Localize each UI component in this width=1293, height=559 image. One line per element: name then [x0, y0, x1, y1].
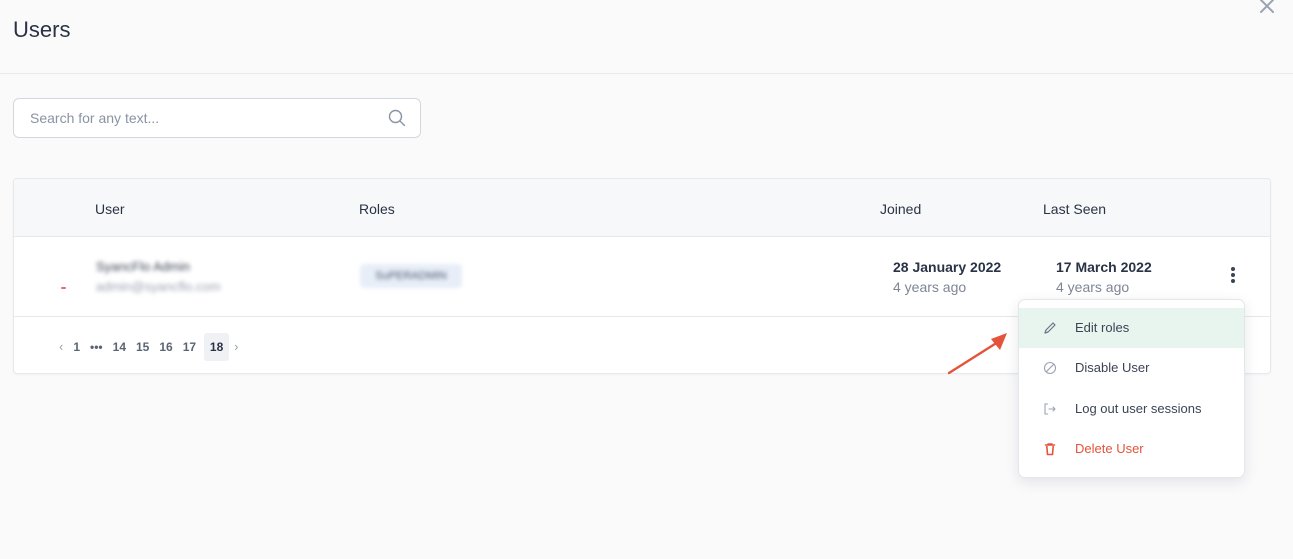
menu-item-logout-sessions[interactable]: Log out user sessions	[1019, 389, 1244, 429]
menu-item-disable-user[interactable]: Disable User	[1019, 348, 1244, 388]
pagination-current-page[interactable]: 18	[204, 333, 230, 361]
row-actions-menu: Edit roles Disable User Log out user ses…	[1018, 299, 1245, 478]
column-header-roles[interactable]: Roles	[359, 201, 395, 217]
menu-item-edit-roles[interactable]: Edit roles	[1019, 308, 1244, 348]
role-badge: SuPERADMIN	[360, 264, 462, 288]
close-icon	[1260, 0, 1274, 13]
menu-item-label: Edit roles	[1075, 320, 1130, 335]
pagination-page[interactable]: 15	[131, 333, 154, 361]
avatar	[61, 287, 66, 289]
pagination-next[interactable]: ›	[229, 333, 243, 361]
pagination-page[interactable]: 1	[68, 333, 85, 361]
trash-icon	[1044, 443, 1056, 456]
pagination-ellipsis[interactable]: •••	[85, 333, 108, 361]
column-header-joined[interactable]: Joined	[880, 201, 921, 217]
ban-icon	[1043, 361, 1057, 375]
user-email: admin@syancflo.com	[96, 279, 221, 294]
column-header-user[interactable]: User	[95, 201, 125, 217]
header-divider	[0, 73, 1293, 74]
user-name: SyancFlo Admin	[96, 259, 190, 274]
page-title: Users	[13, 17, 71, 42]
search-icon[interactable]	[388, 109, 406, 127]
last-seen-date: 17 March 2022	[1056, 259, 1152, 275]
joined-date: 28 January 2022	[893, 259, 1002, 275]
last-seen-relative: 4 years ago	[1056, 279, 1130, 295]
menu-item-label: Disable User	[1075, 360, 1150, 375]
kebab-dot	[1231, 273, 1235, 277]
menu-item-label: Delete User	[1075, 441, 1144, 456]
close-button[interactable]	[1256, 0, 1278, 19]
menu-item-label: Log out user sessions	[1075, 401, 1202, 416]
row-actions-button[interactable]	[1226, 265, 1240, 289]
search-input[interactable]	[14, 99, 374, 137]
column-header-last-seen[interactable]: Last Seen	[1043, 201, 1106, 217]
joined-relative: 4 years ago	[893, 279, 967, 295]
annotation-arrow	[947, 333, 1007, 375]
pagination-page[interactable]: 14	[108, 333, 131, 361]
pagination-prev[interactable]: ‹	[54, 333, 68, 361]
table-header: User Roles Joined Last Seen	[14, 179, 1270, 237]
pencil-icon	[1044, 322, 1056, 334]
logout-icon	[1044, 403, 1056, 415]
kebab-dot	[1231, 267, 1235, 271]
kebab-dot	[1231, 279, 1235, 283]
menu-item-delete-user[interactable]: Delete User	[1019, 429, 1244, 469]
pagination-page[interactable]: 16	[154, 333, 177, 361]
search-box	[13, 98, 421, 138]
pagination-page[interactable]: 17	[178, 333, 201, 361]
pagination: ‹ 1 ••• 14 15 16 17 18 ›	[54, 333, 243, 361]
